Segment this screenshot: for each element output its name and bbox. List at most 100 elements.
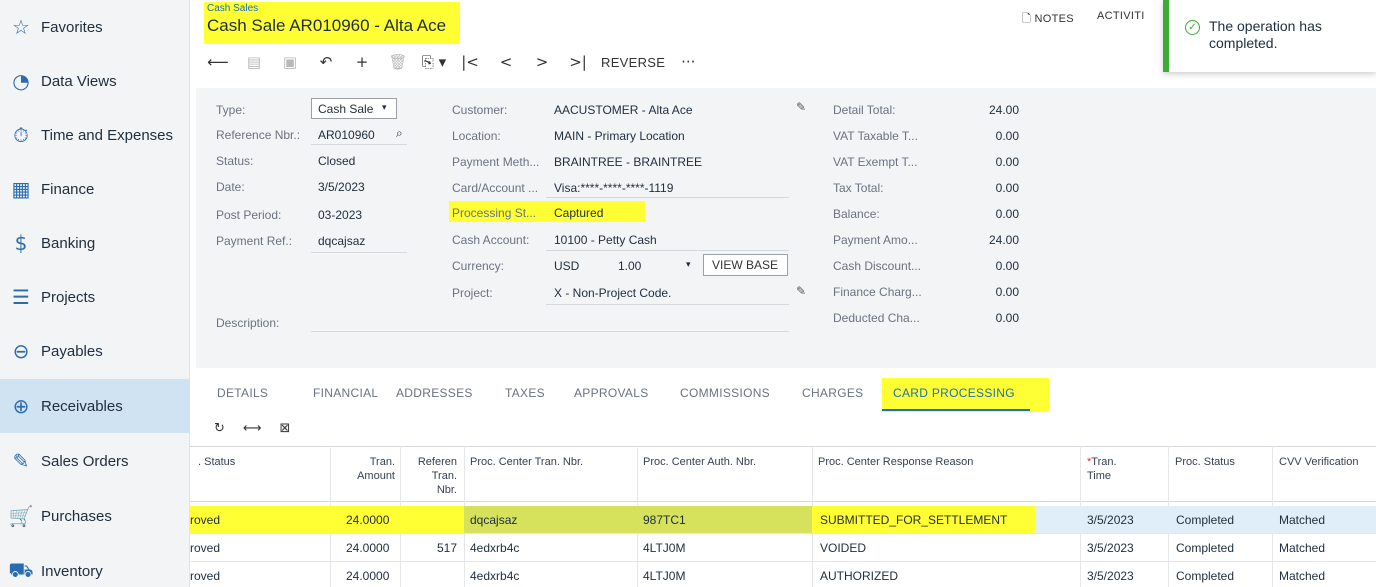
payment-method-field[interactable]: BRAINTREE - BRAINTREE bbox=[554, 155, 702, 169]
form-area: Type: Cash Sale ▾ Reference Nbr.: AR0109… bbox=[196, 88, 1376, 368]
col-ref-line1: Referen bbox=[417, 456, 457, 468]
location-label: Location: bbox=[452, 129, 501, 143]
sidebar-item-inventory[interactable]: ⛟ Inventory bbox=[0, 544, 190, 587]
cell-proc-status: Completed bbox=[1176, 513, 1235, 527]
cell-cvv: Matched bbox=[1279, 569, 1326, 583]
currency-rate-field[interactable]: 1.00 bbox=[618, 259, 641, 273]
more-actions-icon[interactable]: ··· bbox=[675, 50, 701, 74]
reverse-button[interactable]: REVERSE bbox=[601, 50, 665, 74]
col-cvv-header[interactable]: CVV Verification bbox=[1279, 455, 1358, 469]
last-record-icon[interactable]: >| bbox=[565, 50, 591, 74]
tab-commissions[interactable]: COMMISSIONS bbox=[680, 386, 770, 400]
save-icon[interactable]: ▣ bbox=[277, 50, 303, 74]
sidebar-item-projects[interactable]: ☰ Projects bbox=[0, 270, 190, 324]
sidebar-item-sales-orders[interactable]: ✎ Sales Orders bbox=[0, 434, 190, 488]
projects-icon: ☰ bbox=[12, 285, 30, 309]
tab-card-processing[interactable]: CARD PROCESSING bbox=[893, 386, 1015, 400]
customer-field[interactable]: AACUSTOMER - Alta Ace bbox=[554, 103, 693, 117]
table-row[interactable]: roved 24.0000 dqcajsaz 987TC1 SUBMITTED_… bbox=[190, 506, 1376, 534]
location-field[interactable]: MAIN - Primary Location bbox=[554, 129, 685, 143]
reference-nbr-field[interactable]: AR010960 bbox=[318, 128, 375, 142]
tab-charges[interactable]: CHARGES bbox=[802, 386, 863, 400]
project-field[interactable]: X - Non-Project Code. bbox=[554, 286, 671, 300]
copy-paste-icon[interactable]: ⎘ ▾ bbox=[421, 50, 447, 74]
payment-amount-label: Payment Amo... bbox=[833, 233, 918, 247]
delete-icon[interactable]: 🗑 bbox=[385, 50, 411, 74]
sidebar-item-label: Inventory bbox=[41, 562, 103, 580]
col-tran-time-line1: Tran. bbox=[1091, 456, 1117, 468]
first-record-icon[interactable]: |< bbox=[457, 50, 483, 74]
col-ref-tran-header[interactable]: Referen Tran. Nbr. bbox=[412, 455, 457, 497]
cash-account-label: Cash Account: bbox=[452, 233, 530, 247]
currency-label: Currency: bbox=[452, 259, 505, 273]
col-tran-time-header[interactable]: *Tran. Time bbox=[1087, 455, 1117, 483]
back-icon[interactable]: ⟵ bbox=[205, 50, 231, 74]
success-toast: ✓ The operation has completed. bbox=[1163, 0, 1376, 72]
save-close-icon[interactable]: ▤ bbox=[241, 50, 267, 74]
reference-nbr-label: Reference Nbr.: bbox=[216, 128, 301, 142]
table-header: . Status Tran. Amount Referen Tran. Nbr.… bbox=[190, 446, 1376, 502]
chevron-down-icon[interactable]: ▾ bbox=[686, 259, 691, 270]
payment-amount-value: 24.00 bbox=[988, 233, 1019, 247]
page-title: Cash Sale AR010960 - Alta Ace bbox=[207, 16, 447, 35]
cash-account-field[interactable]: 10100 - Petty Cash bbox=[554, 233, 657, 247]
tab-details[interactable]: DETAILS bbox=[217, 386, 268, 400]
deducted-charges-label: Deducted Cha... bbox=[833, 311, 920, 325]
refresh-icon[interactable]: ↻ bbox=[214, 421, 225, 436]
col-pc-tran-header[interactable]: Proc. Center Tran. Nbr. bbox=[470, 455, 583, 469]
edit-project-icon[interactable]: ✎ bbox=[796, 284, 806, 298]
tax-total-label: Tax Total: bbox=[833, 181, 884, 195]
pencil-icon: ✎ bbox=[12, 449, 30, 473]
notes-button[interactable]: 🗋 NOTES bbox=[1022, 10, 1074, 29]
currency-field[interactable]: USD bbox=[554, 259, 579, 273]
sidebar-item-payables[interactable]: ⊖ Payables bbox=[0, 324, 190, 378]
description-label: Description: bbox=[216, 316, 280, 330]
col-pc-auth-header[interactable]: Proc. Center Auth. Nbr. bbox=[643, 455, 756, 469]
add-icon[interactable]: + bbox=[349, 50, 375, 74]
col-pc-reason-header[interactable]: Proc. Center Response Reason bbox=[818, 455, 973, 469]
fit-columns-icon[interactable]: ⟷ bbox=[243, 421, 262, 436]
cell-reason: AUTHORIZED bbox=[820, 569, 898, 583]
table-row[interactable]: roved 24.0000 4edxrb4c 4LTJ0M AUTHORIZED… bbox=[190, 562, 1376, 587]
view-base-button[interactable]: VIEW BASE bbox=[703, 254, 788, 276]
previous-record-icon[interactable]: < bbox=[493, 50, 519, 74]
next-record-icon[interactable]: > bbox=[529, 50, 555, 74]
type-select[interactable]: Cash Sale ▾ bbox=[311, 98, 397, 119]
payment-ref-field[interactable]: dqcajsaz bbox=[318, 234, 365, 248]
export-excel-icon[interactable]: ⊠ bbox=[280, 421, 291, 436]
table-row[interactable]: roved 24.0000 517 4edxrb4c 4LTJ0M VOIDED… bbox=[190, 534, 1376, 562]
undo-icon[interactable]: ↶ bbox=[313, 50, 339, 74]
tab-addresses[interactable]: ADDRESSES bbox=[396, 386, 473, 400]
activities-button[interactable]: ACTIVITI bbox=[1097, 10, 1145, 22]
sidebar-item-data-views[interactable]: ◔ Data Views bbox=[0, 54, 190, 108]
col-tran-amount-header[interactable]: Tran. Amount bbox=[350, 455, 395, 483]
sidebar-item-finance[interactable]: ▦ Finance bbox=[0, 162, 190, 216]
finance-charge-value: 0.00 bbox=[995, 285, 1019, 299]
cell-cvv: Matched bbox=[1279, 541, 1326, 555]
col-tran-time-line2: Time bbox=[1087, 470, 1112, 482]
chevron-down-icon: ▾ bbox=[382, 102, 387, 112]
sidebar-item-purchases[interactable]: 🛒 Purchases bbox=[0, 489, 190, 543]
balance-value: 0.00 bbox=[995, 207, 1019, 221]
tax-total-value: 0.00 bbox=[995, 181, 1019, 195]
breadcrumb[interactable]: Cash Sales bbox=[207, 3, 258, 14]
edit-customer-icon[interactable]: ✎ bbox=[796, 100, 806, 114]
sidebar-item-banking[interactable]: $ Banking bbox=[0, 216, 190, 270]
search-icon[interactable]: ⌕ bbox=[396, 126, 403, 141]
tab-approvals[interactable]: APPROVALS bbox=[574, 386, 649, 400]
tab-financial[interactable]: FINANCIAL bbox=[313, 386, 378, 400]
dollar-icon: $ bbox=[14, 231, 28, 255]
sidebar-item-receivables[interactable]: ⊕ Receivables bbox=[0, 379, 190, 433]
sidebar-item-favorites[interactable]: ☆ Favorites bbox=[0, 0, 190, 54]
sidebar-item-time-and-expenses[interactable]: ⏱ Time and Expenses bbox=[0, 108, 190, 162]
col-status-header[interactable]: . Status bbox=[198, 455, 235, 469]
balance-label: Balance: bbox=[833, 207, 880, 221]
minus-circle-icon: ⊖ bbox=[12, 339, 30, 363]
tab-taxes[interactable]: TAXES bbox=[505, 386, 545, 400]
project-label: Project: bbox=[452, 286, 493, 300]
card-account-field[interactable]: Visa:****-****-****-1119 bbox=[554, 181, 673, 195]
processing-status-label: Processing St... bbox=[452, 206, 537, 220]
sidebar-item-label: Purchases bbox=[41, 507, 112, 525]
payment-method-label: Payment Meth... bbox=[452, 155, 540, 169]
col-proc-status-header[interactable]: Proc. Status bbox=[1175, 455, 1235, 469]
